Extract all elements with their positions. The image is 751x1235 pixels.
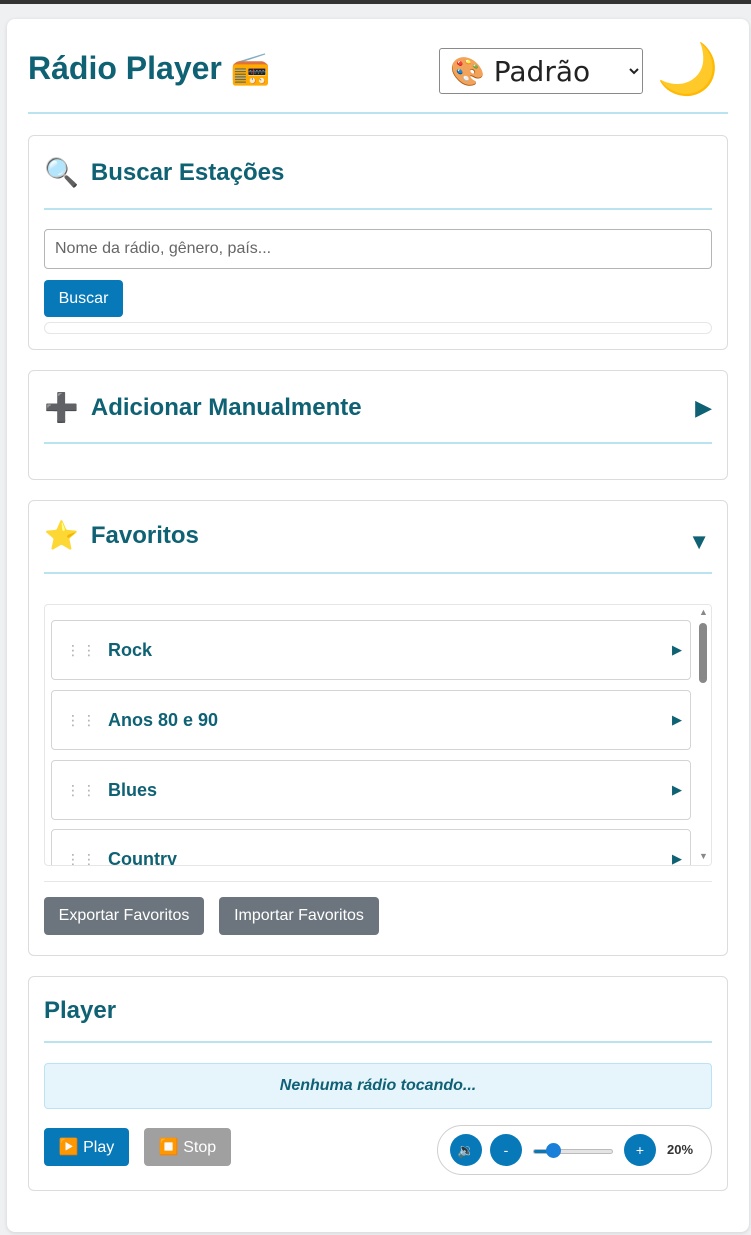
- drag-handle-icon[interactable]: ⋮⋮: [66, 761, 98, 819]
- volume-up-button[interactable]: +: [624, 1134, 656, 1166]
- search-input[interactable]: [44, 229, 712, 269]
- mute-icon[interactable]: 🔉: [450, 1134, 482, 1166]
- app-container: Rádio Player 📻 🎨 Padrão 🌙 🔍 Buscar Estaç…: [7, 19, 749, 1232]
- favorites-scrollbar[interactable]: ▲ ▼: [695, 605, 711, 865]
- star-icon: ⭐: [44, 520, 79, 551]
- favorite-name: Rock: [108, 640, 153, 660]
- dark-mode-toggle-icon[interactable]: 🌙: [656, 37, 720, 101]
- scroll-up-icon[interactable]: ▲: [699, 607, 708, 617]
- volume-down-button[interactable]: -: [490, 1134, 522, 1166]
- scroll-down-icon[interactable]: ▼: [699, 851, 708, 861]
- player-card-header: Player: [44, 977, 712, 1043]
- manual-card-header[interactable]: ➕ Adicionar Manualmente ▶: [44, 371, 712, 444]
- favorite-item[interactable]: ⋮⋮ Blues ▶: [51, 760, 691, 820]
- search-button[interactable]: Buscar: [44, 280, 123, 317]
- favorite-item[interactable]: ⋮⋮ Country ▶: [51, 829, 691, 866]
- favorite-name: Anos 80 e 90: [108, 710, 219, 730]
- volume-slider[interactable]: [533, 1149, 613, 1154]
- app-header: Rádio Player 📻 🎨 Padrão 🌙: [28, 19, 728, 114]
- manual-add-card: ➕ Adicionar Manualmente ▶: [28, 370, 728, 480]
- search-card: 🔍 Buscar Estações Buscar: [28, 135, 728, 350]
- search-icon: 🔍: [44, 157, 79, 188]
- manual-title-text: Adicionar Manualmente: [90, 393, 362, 421]
- stop-button[interactable]: ⏹️ Stop: [144, 1128, 231, 1166]
- favorite-item[interactable]: ⋮⋮ Rock ▶: [51, 620, 691, 680]
- drag-handle-icon[interactable]: ⋮⋮: [66, 691, 98, 749]
- favorite-item[interactable]: ⋮⋮ Anos 80 e 90 ▶: [51, 690, 691, 750]
- import-favorites-button[interactable]: Importar Favoritos: [219, 897, 379, 935]
- drag-handle-icon[interactable]: ⋮⋮: [66, 621, 98, 679]
- player-title: Player: [44, 997, 117, 1024]
- play-arrow-icon[interactable]: ▶: [672, 830, 682, 865]
- expand-arrow-icon[interactable]: ▶: [695, 395, 712, 421]
- play-arrow-icon[interactable]: ▶: [672, 761, 682, 819]
- play-arrow-icon[interactable]: ▶: [672, 621, 682, 679]
- top-bar: [0, 0, 751, 4]
- volume-slider-thumb[interactable]: [546, 1143, 561, 1158]
- search-results: [44, 322, 712, 334]
- theme-select[interactable]: 🎨 Padrão: [439, 48, 643, 94]
- favorites-card-title: ⭐ Favoritos: [44, 519, 199, 552]
- favorites-divider: [44, 881, 712, 882]
- favorite-name: Country: [108, 849, 177, 866]
- player-card: Player Nenhuma rádio tocando... ▶️ Play …: [28, 976, 728, 1191]
- favorites-list[interactable]: ⋮⋮ Rock ▶ ⋮⋮ Anos 80 e 90 ▶ ⋮⋮ Blues ▶ ⋮…: [44, 604, 712, 866]
- export-favorites-button[interactable]: Exportar Favoritos: [44, 897, 204, 935]
- volume-percent: 20%: [667, 1142, 694, 1157]
- collapse-arrow-icon[interactable]: ▼: [688, 529, 710, 555]
- app-title: Rádio Player 📻: [28, 50, 271, 86]
- favorite-name: Blues: [108, 780, 158, 800]
- play-button[interactable]: ▶️ Play: [44, 1128, 129, 1166]
- scrollbar-thumb[interactable]: [699, 623, 707, 683]
- drag-handle-icon[interactable]: ⋮⋮: [66, 830, 98, 865]
- favorites-card: ⭐ Favoritos ▼ ⋮⋮ Rock ▶ ⋮⋮ Anos 80 e 90 …: [28, 500, 728, 956]
- now-playing-status: Nenhuma rádio tocando...: [44, 1063, 712, 1109]
- search-card-title: 🔍 Buscar Estações: [44, 156, 284, 189]
- favorites-card-header[interactable]: ⭐ Favoritos ▼: [44, 501, 712, 574]
- play-arrow-icon[interactable]: ▶: [672, 691, 682, 749]
- volume-control: 🔉 - + 20%: [437, 1125, 712, 1175]
- manual-card-title: ➕ Adicionar Manualmente: [44, 391, 362, 424]
- search-card-header: 🔍 Buscar Estações: [44, 136, 712, 210]
- favorites-title-text: Favoritos: [90, 521, 199, 549]
- search-title-text: Buscar Estações: [90, 158, 285, 186]
- plus-icon: ➕: [44, 392, 79, 423]
